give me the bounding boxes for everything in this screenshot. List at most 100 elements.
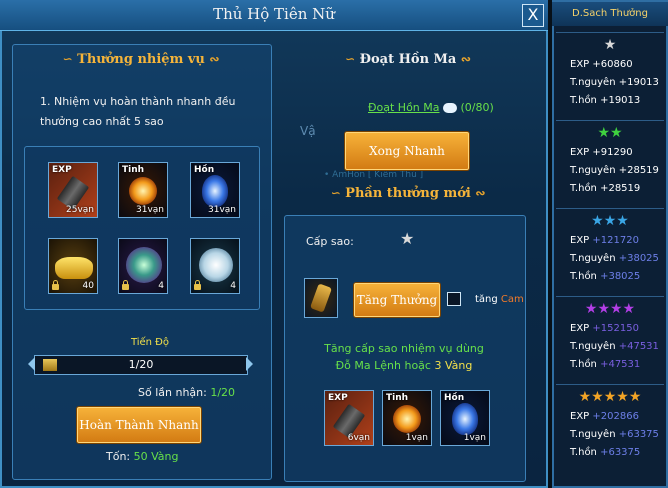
quest-description: 1. Nhiệm vụ hoàn thành nhanh đều thưởng … — [40, 95, 236, 128]
tier-row-value: +152150 — [592, 323, 639, 334]
close-button[interactable]: X — [522, 4, 544, 27]
demon-token-icon — [309, 283, 333, 313]
reward-count: 25vạn — [66, 205, 94, 215]
lock-icon — [122, 280, 129, 290]
background-text: Vậ — [300, 124, 316, 138]
tier-stars-icon: ★★★★ — [584, 301, 636, 317]
lock-icon — [52, 280, 59, 290]
tier-row-label: EXP — [570, 411, 593, 422]
background-text: • AmHon [ Kiếm Thú ] — [324, 170, 424, 180]
new-reward-header: ∽ Phần thưởng mới ∾ — [290, 186, 526, 201]
ornament-icon: ∽ — [62, 52, 73, 66]
checkbox-label: tăng — [475, 294, 498, 305]
new-reward-slot[interactable]: Tinh 1vạn — [382, 390, 432, 446]
star-icon: ★ — [400, 229, 415, 248]
demon-token-slot[interactable] — [304, 278, 338, 318]
times-value: 1/20 — [210, 386, 236, 399]
tier-row: EXP +152150 — [570, 323, 639, 334]
tier-row-value: +63375 — [600, 447, 641, 458]
tier-row: T.nguyên +63375 — [570, 429, 659, 440]
info-line-2: Đỗ Ma Lệnh hoặc 3 Vàng — [290, 359, 518, 372]
reward-count: 4 — [230, 281, 236, 291]
quest-reward-slot[interactable]: 40 — [48, 238, 98, 294]
info-gold: 3 Vàng — [434, 359, 473, 372]
reward-label: Hồn — [444, 393, 465, 403]
quest-reward-slot[interactable]: 4 — [118, 238, 168, 294]
tier-row-value: +60860 — [592, 59, 633, 70]
quest-reward-slot[interactable]: Tinh 31vạn — [118, 162, 168, 218]
complete-fast-button[interactable]: Hoàn Thành Nhanh — [76, 406, 202, 444]
quest-reward-slot[interactable]: EXP 25vạn — [48, 162, 98, 218]
ornament-icon: ∾ — [209, 52, 220, 66]
tier-row-label: EXP — [570, 59, 593, 70]
tier-row: T.hồn +63375 — [570, 447, 640, 458]
tier-stars-icon: ★★ — [597, 125, 623, 141]
tier-row-label: T.hồn — [570, 447, 601, 458]
new-reward-title: Phần thưởng mới — [345, 186, 471, 201]
tier-row: T.hồn +38025 — [570, 271, 640, 282]
finish-fast-button[interactable]: Xong Nhanh — [344, 131, 470, 171]
task-link[interactable]: Đoạt Hồn Ma — [368, 101, 440, 114]
ornament-icon: ∽ — [345, 52, 356, 66]
tier-row-value: +47531 — [600, 359, 641, 370]
quest-reward-header: ∽ Thưởng nhiệm vụ ∾ — [12, 52, 270, 67]
quest-reward-slot[interactable]: Hồn 31vạn — [190, 162, 240, 218]
checkbox-caption: tăng Cam — [475, 294, 524, 305]
new-reward-slot[interactable]: EXP 6vạn — [324, 390, 374, 446]
tier-row-value: +28519 — [600, 183, 641, 194]
reward-count: 1vạn — [405, 433, 428, 443]
sidebar-title: D.Sach Thưởng — [552, 2, 668, 26]
progress-text: 1/20 — [128, 358, 154, 371]
tier-row-label: T.nguyên — [570, 429, 619, 440]
reward-count: 4 — [158, 281, 164, 291]
reward-count: 31vạn — [208, 205, 236, 215]
reward-label: Tinh — [386, 393, 409, 403]
progress-bar: 1/20 — [34, 355, 248, 375]
tier-row-value: +121720 — [592, 235, 639, 246]
cost: Tốn: 50 Vàng — [106, 450, 179, 463]
tier-row: EXP +202866 — [570, 411, 639, 422]
reward-label: EXP — [328, 393, 348, 403]
tier-row-value: +19013 — [618, 77, 659, 88]
window-title: Thủ Hộ Tiên Nữ — [213, 5, 335, 23]
tier-row-value: +91290 — [592, 147, 633, 158]
reward-label: EXP — [52, 165, 72, 175]
times-label: Số lần nhận: — [138, 386, 207, 399]
new-reward-slot[interactable]: Hồn 1vạn — [440, 390, 490, 446]
info-line-1: Tăng cấp sao nhiệm vụ dùng — [324, 342, 484, 355]
reward-label: Tinh — [122, 165, 145, 175]
reward-tier: ★★ EXP +91290 T.nguyên +28519 T.hồn +28519 — [556, 120, 664, 207]
task-header: ∽ Đoạt Hồn Ma ∾ — [290, 52, 526, 67]
reward-tier: ★ EXP +60860 T.nguyên +19013 T.hồn +19013 — [556, 32, 664, 119]
task-title: Đoạt Hồn Ma — [359, 52, 457, 67]
tier-stars-icon: ★★★ — [591, 213, 629, 229]
tier-row: EXP +121720 — [570, 235, 639, 246]
tier-row-value: +38025 — [618, 253, 659, 264]
increase-reward-button[interactable]: Tăng Thưởng — [353, 282, 441, 318]
ornament-icon: ∽ — [330, 186, 341, 200]
reward-tier: ★★★ EXP +121720 T.nguyên +38025 T.hồn +3802… — [556, 208, 664, 295]
star-level-label: Cấp sao: — [306, 235, 354, 248]
info-text: Đỗ Ma Lệnh hoặc — [335, 359, 431, 372]
increase-checkbox[interactable] — [447, 292, 461, 306]
soul-icon — [443, 103, 458, 113]
tier-row-value: +47531 — [618, 341, 659, 352]
tier-row-label: T.nguyên — [570, 77, 619, 88]
progress-left-arrow-icon — [28, 357, 35, 371]
tier-row-label: EXP — [570, 147, 593, 158]
tier-row-value: +202866 — [592, 411, 639, 422]
progress-right-arrow-icon — [246, 357, 253, 371]
tier-row: T.nguyên +38025 — [570, 253, 659, 264]
tier-row: EXP +91290 — [570, 147, 633, 158]
quest-reward-slot[interactable]: 4 — [190, 238, 240, 294]
reward-count: 6vạn — [347, 433, 370, 443]
task-progress: Đoạt Hồn Ma (0/80) — [368, 101, 494, 114]
times-received: Số lần nhận: 1/20 — [138, 386, 235, 399]
tier-row: T.hồn +19013 — [570, 95, 640, 106]
tier-row-label: T.hồn — [570, 95, 601, 106]
tier-row: T.nguyên +19013 — [570, 77, 659, 88]
tier-row-label: T.hồn — [570, 359, 601, 370]
tier-row: T.hồn +28519 — [570, 183, 640, 194]
tier-row: T.nguyên +47531 — [570, 341, 659, 352]
cost-label: Tốn: — [106, 450, 131, 463]
